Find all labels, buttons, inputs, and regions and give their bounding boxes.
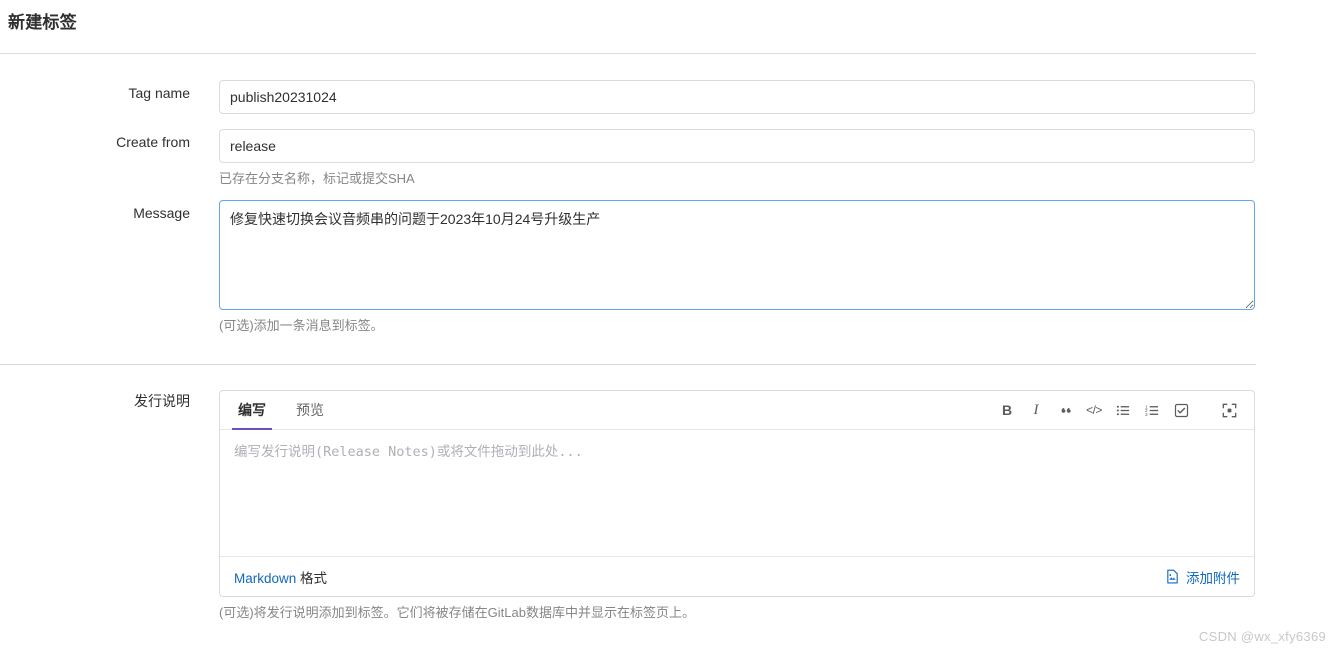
editor-footer: Markdown 格式 添加附件 — [220, 556, 1254, 596]
create-from-hint: 已存在分支名称，标记或提交SHA — [219, 171, 415, 186]
page-title: 新建标签 — [8, 13, 77, 32]
add-attachment-label: 添加附件 — [1186, 570, 1240, 586]
bold-icon[interactable]: B — [994, 397, 1020, 423]
release-notes-field-wrap: 编写 预览 B I </> 1 2 3 编写发行说明(Release Notes… — [219, 390, 1256, 622]
bulleted-list-icon[interactable] — [1110, 397, 1136, 423]
tag-name-field-wrap — [219, 80, 1256, 114]
tab-write[interactable]: 编写 — [232, 391, 272, 430]
editor-placeholder-text: 编写发行说明(Release Notes)或将文件拖动到此处... — [234, 444, 583, 460]
message-field-wrap: (可选)添加一条消息到标签。 — [219, 200, 1256, 335]
quote-icon[interactable] — [1052, 397, 1078, 423]
create-from-label: Create from — [116, 134, 190, 150]
watermark: CSDN @wx_xfy6369 — [1198, 629, 1326, 644]
editor-header: 编写 预览 B I </> 1 2 3 — [220, 391, 1254, 430]
message-hint: (可选)添加一条消息到标签。 — [219, 318, 384, 333]
editor-toolbar: B I </> 1 2 3 — [991, 391, 1242, 429]
create-from-input[interactable] — [219, 129, 1255, 163]
add-attachment-button[interactable]: 添加附件 — [1165, 567, 1240, 587]
create-from-field-wrap: 已存在分支名称，标记或提交SHA — [219, 129, 1256, 188]
tag-name-input[interactable] — [219, 80, 1255, 114]
editor-body: 编写发行说明(Release Notes)或将文件拖动到此处... — [220, 430, 1254, 556]
italic-icon[interactable]: I — [1023, 397, 1049, 423]
markdown-link-text: Markdown — [234, 570, 297, 586]
message-textarea[interactable] — [219, 200, 1255, 310]
code-icon[interactable]: </> — [1081, 397, 1107, 423]
divider-middle — [0, 364, 1256, 365]
editor-tabs: 编写 预览 — [232, 391, 350, 430]
markdown-format-link[interactable]: Markdown 格式 — [234, 567, 327, 587]
task-list-icon[interactable] — [1168, 397, 1194, 423]
markdown-link-suffix: 格式 — [296, 570, 328, 586]
tab-preview[interactable]: 预览 — [292, 391, 328, 429]
numbered-list-icon[interactable]: 1 2 3 — [1139, 397, 1165, 423]
release-notes-label: 发行说明 — [134, 393, 190, 409]
image-file-icon — [1165, 569, 1180, 584]
markdown-editor: 编写 预览 B I </> 1 2 3 编写发行说明(Release Notes… — [219, 390, 1255, 597]
tag-name-label: Tag name — [128, 85, 190, 101]
divider-top — [0, 53, 1256, 54]
svg-text:3: 3 — [1145, 412, 1148, 417]
fullscreen-icon[interactable] — [1216, 397, 1242, 423]
release-notes-hint: (可选)将发行说明添加到标签。它们将被存储在GitLab数据库中并显示在标签页上… — [219, 605, 695, 620]
message-label: Message — [133, 205, 190, 221]
